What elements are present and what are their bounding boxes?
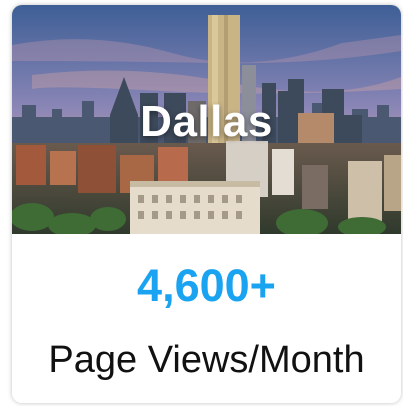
- city-stat-card[interactable]: Dallas 4,600+ Page Views/Month: [12, 5, 401, 403]
- city-title: Dallas: [140, 97, 273, 146]
- stat-value: 4,600+: [137, 260, 276, 311]
- stat-label: Page Views/Month: [48, 339, 365, 381]
- city-skyline-photo: Dallas: [12, 5, 401, 234]
